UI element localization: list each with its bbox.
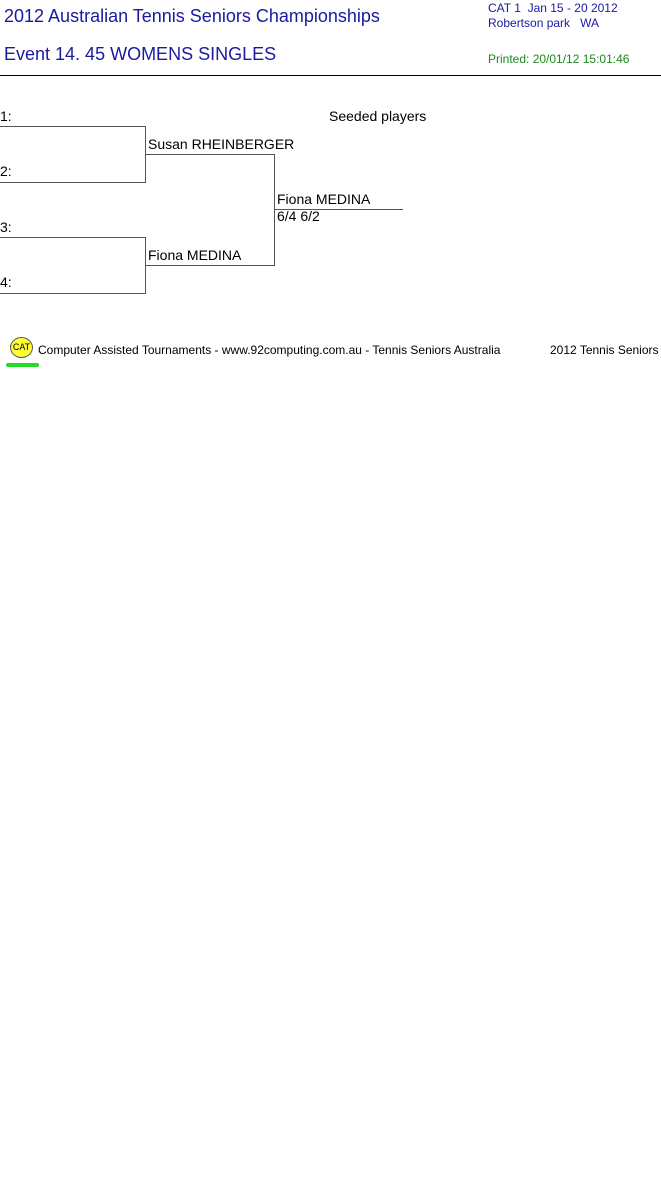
category-dates: CAT 1 Jan 15 - 20 2012 — [488, 1, 618, 15]
round2-player-bottom: Fiona MEDINA — [148, 247, 242, 263]
slot-label-2: 2: — [0, 163, 12, 179]
category-label: CAT 1 — [488, 1, 521, 15]
cat-logo: CAT — [10, 337, 33, 358]
bracket-line-round2-bottom — [146, 265, 275, 266]
slot-label-3: 3: — [0, 219, 12, 235]
bracket-line-slot2 — [0, 182, 146, 183]
state-label: WA — [580, 16, 599, 30]
bracket-line-slot1 — [0, 126, 146, 127]
seeded-players-label: Seeded players — [329, 108, 427, 124]
footer-event-name: 2012 Tennis Seniors — [550, 343, 659, 357]
bracket-connector-round2 — [274, 154, 275, 266]
slot-label-1: 1: — [0, 108, 12, 124]
winner-name: Fiona MEDINA — [277, 191, 371, 207]
event-title: Event 14. 45 WOMENS SINGLES — [4, 44, 277, 64]
venue-line: Robertson park WA — [488, 16, 599, 30]
round2-player-top: Susan RHEINBERGER — [148, 136, 295, 152]
venue-label: Robertson park — [488, 16, 571, 30]
bracket-line-round2-top — [146, 154, 275, 155]
bracket-line-slot3 — [0, 237, 146, 238]
tournament-title: 2012 Australian Tennis Seniors Champions… — [4, 6, 380, 26]
slot-label-4: 4: — [0, 274, 12, 290]
header-divider — [0, 75, 661, 76]
dates-label: Jan 15 - 20 2012 — [527, 1, 618, 15]
bracket-line-slot4 — [0, 293, 146, 294]
final-score: 6/4 6/2 — [277, 208, 320, 224]
printed-timestamp: Printed: 20/01/12 15:01:46 — [488, 52, 630, 66]
cat-logo-underline — [6, 363, 39, 367]
footer-credits: Computer Assisted Tournaments - www.92co… — [38, 343, 501, 357]
